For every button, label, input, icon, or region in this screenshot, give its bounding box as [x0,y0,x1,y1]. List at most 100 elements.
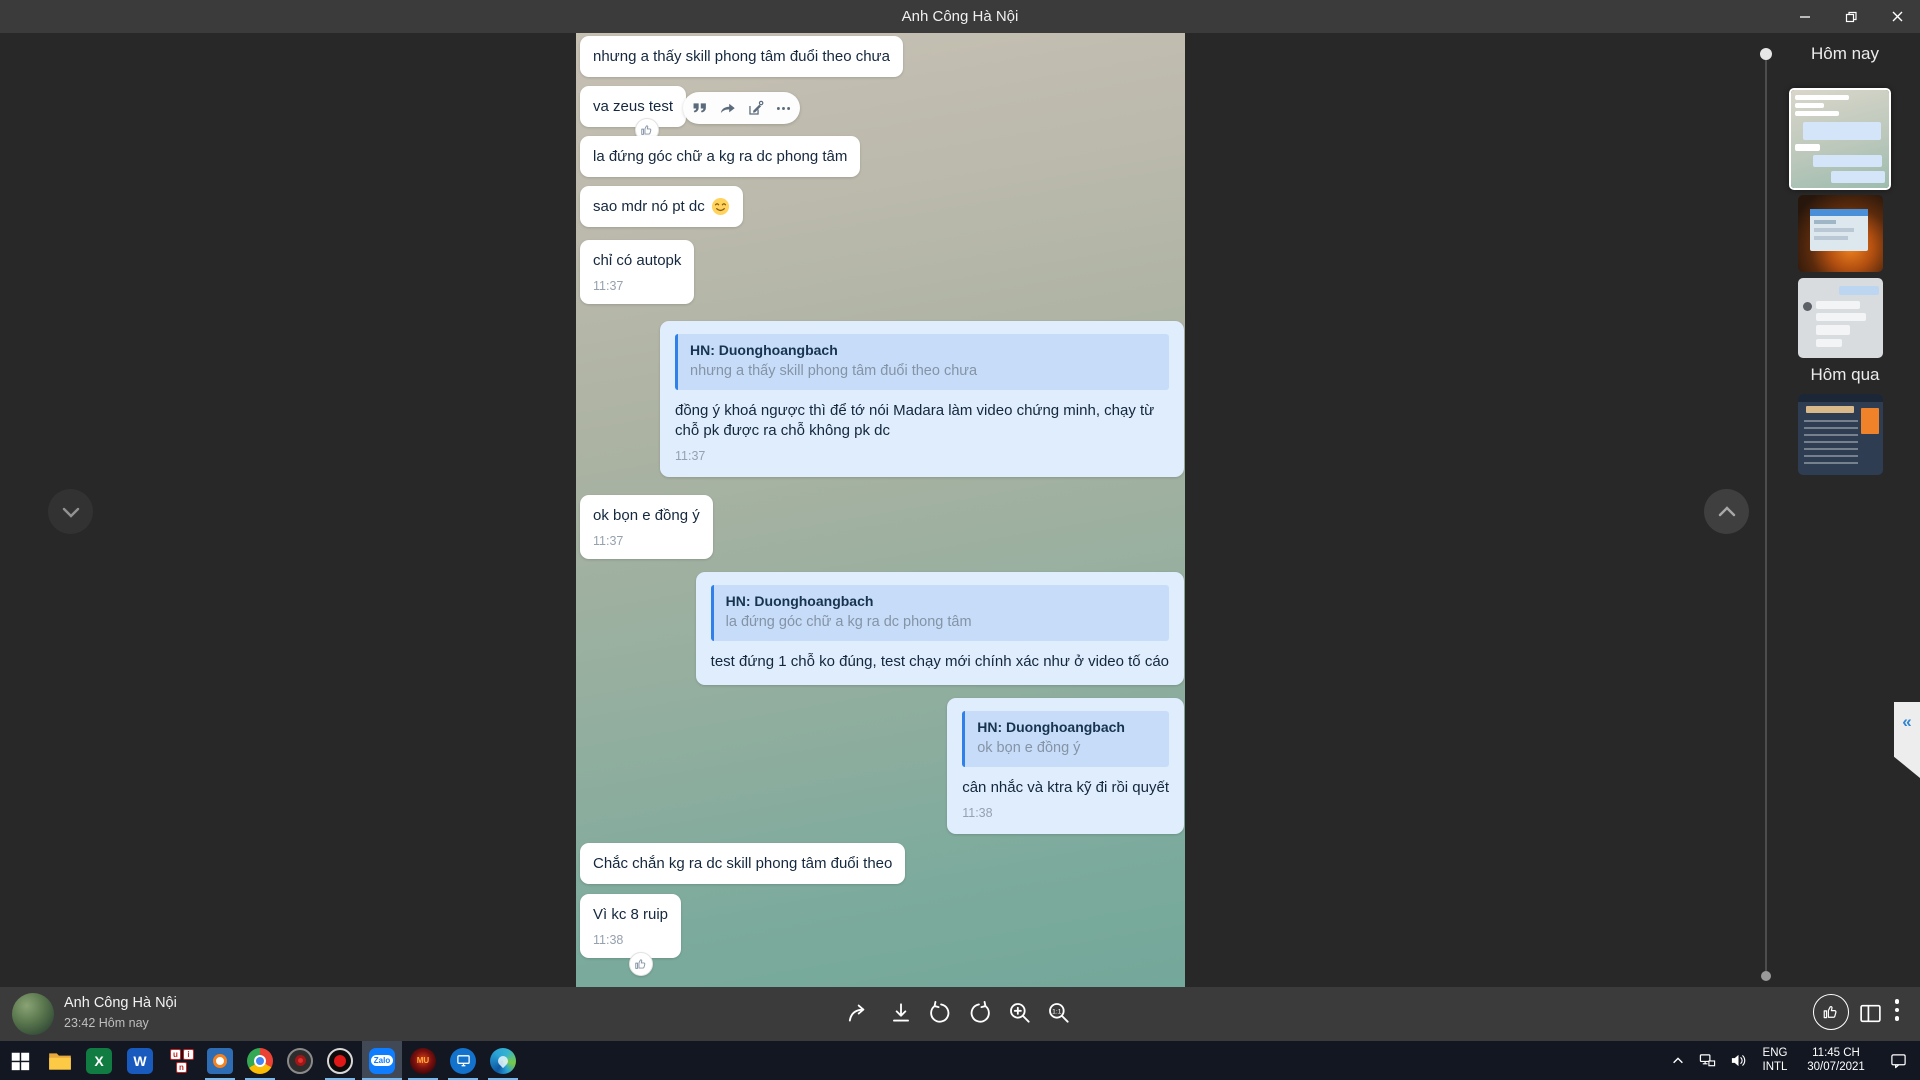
taskbar-icon-vmware[interactable] [200,1041,240,1080]
network-status-icon[interactable] [1692,1041,1722,1080]
rotate-right-icon [967,1000,993,1026]
speaker-icon [1730,1052,1747,1069]
more-icon [775,100,792,117]
recorder-icon [287,1048,313,1074]
share-button[interactable] [844,998,874,1028]
sidebar-scroll-end-dot [1761,971,1771,981]
split-view-button[interactable] [1855,998,1885,1028]
minimize-icon [1799,11,1811,23]
message-text: ok bọn e đồng ý [593,505,700,526]
chat-bubble: Vì kc 8 ruip 11:38 [580,894,681,958]
keyboard-layout: INTL [1763,1061,1788,1075]
volume-icon[interactable] [1722,1041,1754,1080]
thumbnail-image [1798,195,1883,272]
zoom-in-button[interactable] [1005,998,1035,1028]
close-button[interactable] [1874,0,1920,33]
taskbar-icon-excel[interactable]: X [79,1041,119,1080]
edge-icon [490,1048,516,1074]
chevron-up-icon [1713,498,1741,526]
message-time: 11:37 [675,449,1169,464]
restore-icon [1844,10,1858,24]
today-label: Hôm nay [1772,44,1918,64]
chat-bubble: Chắc chắn kg ra dc skill phong tâm đuổi … [580,843,905,884]
windows-start-icon [9,1050,31,1072]
download-icon [888,1000,914,1026]
quote-author: HN: Duonghoangbach [977,718,1157,737]
taskbar-icon-chrome[interactable] [240,1041,280,1080]
clock[interactable]: 11:45 CH 30/07/2021 [1796,1041,1876,1080]
window-title: Anh Công Hà Nội [902,8,1019,25]
thumbs-up-icon [640,123,654,137]
message-text: test đứng 1 chỗ ko đúng, test chạy mới c… [711,652,1169,672]
image-viewer-canvas: nhưng a thấy skill phong tâm đuổi theo c… [0,33,1920,987]
remote-viewer-icon [450,1048,476,1074]
taskbar-icon-word[interactable]: W [120,1041,160,1080]
message-time: 11:37 [593,534,700,549]
sidebar-collapse-tab[interactable]: « [1894,702,1920,778]
message-text: cân nhắc và ktra kỹ đi rồi quyết [962,778,1169,798]
restore-button[interactable] [1828,0,1874,33]
zoom-in-icon [1007,1000,1033,1026]
taskbar-icon-edge[interactable] [483,1041,523,1080]
taskbar-icon-screen-record[interactable] [320,1041,360,1080]
close-icon [1891,10,1904,23]
minimize-button[interactable] [1782,0,1828,33]
tray-date: 30/07/2021 [1807,1061,1865,1075]
language-indicator[interactable]: ENG INTL [1754,1041,1796,1080]
vmware-icon [207,1048,233,1074]
message-time: 11:38 [593,933,668,948]
sidebar-scroll-track [1765,54,1767,976]
quote-author: HN: Duonghoangbach [690,341,1157,360]
sidebar-scroll-thumb[interactable] [1760,48,1772,60]
chrome-icon [247,1048,273,1074]
taskbar-icon-file-explorer[interactable] [40,1041,80,1080]
next-image-button[interactable] [1704,489,1749,534]
quote-icon [691,100,708,117]
thumbnail-current[interactable] [1789,88,1891,190]
action-center-button[interactable] [1876,1041,1920,1080]
rotate-left-button[interactable] [925,998,955,1028]
thumbs-up-icon [1822,1003,1840,1021]
rotate-right-button[interactable] [965,998,995,1028]
zalo-icon: Zalo [369,1048,395,1074]
chat-bubble: ok bọn e đồng ý 11:37 [580,495,713,559]
message-text: nhưng a thấy skill phong tâm đuổi theo c… [593,48,890,65]
forward-icon [719,100,736,117]
download-button[interactable] [886,998,916,1028]
taskbar-icon-unikey[interactable]: u i n [162,1041,202,1080]
chat-bubble: chỉ có autopk 11:37 [580,240,694,304]
thumbnail-image [1798,394,1883,475]
previous-image-button[interactable] [48,489,93,534]
like-button[interactable] [1813,994,1849,1030]
start-button[interactable] [0,1041,40,1080]
tray-time: 11:45 CH [1807,1047,1865,1061]
more-options-button[interactable] [1891,999,1903,1029]
edit-icon [747,100,764,117]
thumbnail[interactable] [1798,278,1883,358]
message-time: 11:37 [593,279,681,294]
app-window: Anh Công Hà Nội nhưng a thấy skill phong… [0,0,1920,1080]
actual-size-button[interactable]: 1:1 [1044,998,1074,1028]
message-text: đồng ý khoá ngược thì để tớ nói Madara l… [675,401,1169,441]
ethernet-icon [1699,1052,1716,1069]
language-code: ENG [1763,1047,1788,1061]
chevron-down-icon [57,498,85,526]
tray-expand-button[interactable] [1664,1041,1692,1080]
taskbar-icon-mu-game[interactable]: MU [403,1041,443,1080]
taskbar-icon-zalo[interactable]: Zalo [362,1041,402,1080]
message-text: Vì kc 8 ruip [593,904,668,925]
taskbar-icon-remote-viewer[interactable] [443,1041,483,1080]
double-chevron-left-icon: « [1902,712,1911,778]
message-text: va zeus test [593,98,673,115]
quote-text: nhưng a thấy skill phong tâm đuổi theo c… [690,362,1157,381]
titlebar: Anh Công Hà Nội [0,0,1920,33]
thumbnail-image [1798,278,1883,358]
thumbnail[interactable] [1798,195,1883,272]
rotate-left-icon [927,1000,953,1026]
chevron-up-icon [1671,1054,1685,1068]
thumbnail[interactable] [1798,394,1883,475]
chat-bubble-reply: HN: Duonghoangbach nhưng a thấy skill ph… [660,321,1184,477]
taskbar-icon-recorder[interactable] [280,1041,320,1080]
message-hover-toolbar [683,92,800,124]
viewed-image[interactable]: nhưng a thấy skill phong tâm đuổi theo c… [576,33,1185,987]
